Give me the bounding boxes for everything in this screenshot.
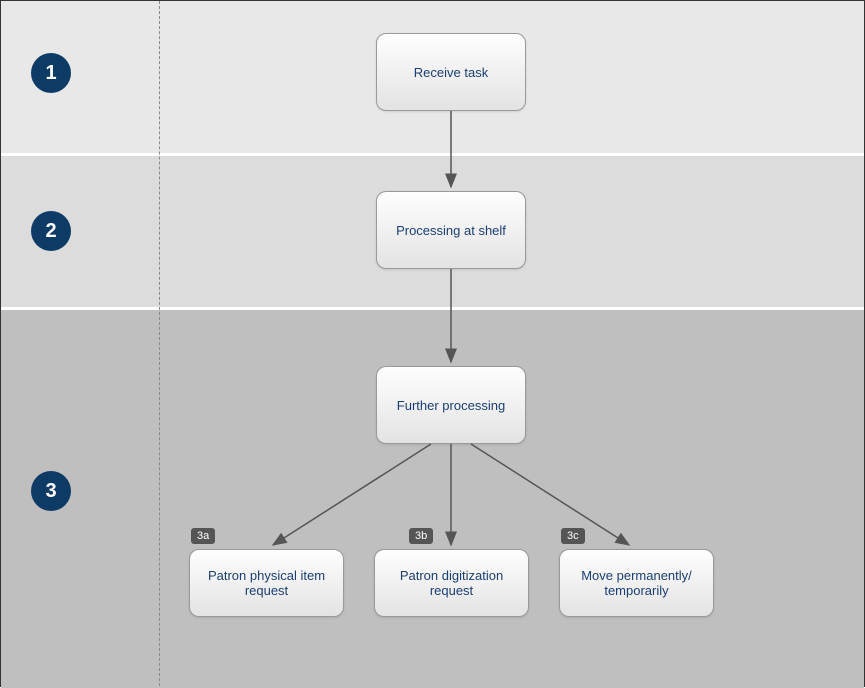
node-processing-shelf: Processing at shelf — [376, 191, 526, 269]
node-further-processing: Further processing — [376, 366, 526, 444]
sub-badge-3c: 3c — [561, 528, 585, 544]
node-patron-digitization: Patron digitization request — [374, 549, 529, 617]
sub-badge-3a: 3a — [191, 528, 215, 544]
node-move: Move permanently/ temporarily — [559, 549, 714, 617]
node-patron-physical: Patron physical item request — [189, 549, 344, 617]
step-badge-3: 3 — [31, 471, 71, 511]
lane-3 — [1, 308, 864, 688]
step-badge-1: 1 — [31, 53, 71, 93]
step-badge-2: 2 — [31, 211, 71, 251]
sub-badge-3b: 3b — [409, 528, 433, 544]
vertical-divider — [159, 1, 160, 686]
node-receive-task: Receive task — [376, 33, 526, 111]
